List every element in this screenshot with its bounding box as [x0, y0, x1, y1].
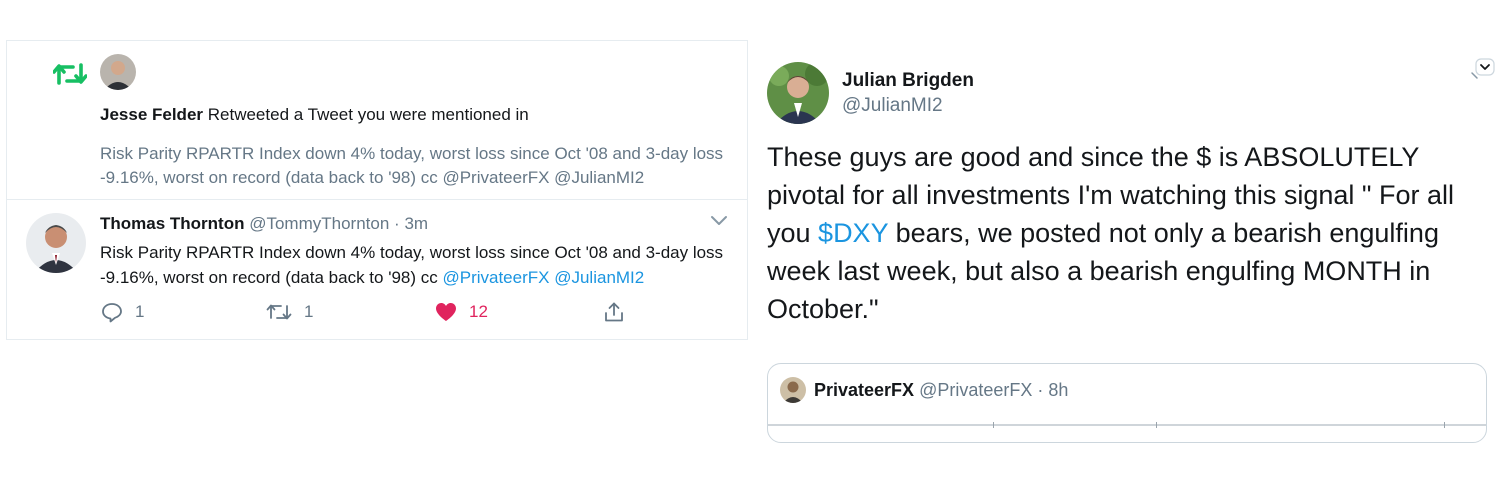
quoted-author-handle: @PrivateerFX — [919, 380, 1033, 400]
reply-icon — [102, 303, 122, 323]
like-heart-icon — [436, 303, 456, 321]
tweet-text: These guys are good and since the $ is A… — [767, 138, 1487, 328]
tweet-author-handle[interactable]: @JulianMI2 — [842, 95, 943, 117]
tweet-author-avatar[interactable] — [26, 213, 86, 273]
like-count: 12 — [469, 302, 488, 321]
chevron-down-icon[interactable] — [1467, 57, 1497, 81]
tweet-author-name[interactable]: Thomas Thornton — [100, 214, 244, 233]
quoted-author-name: PrivateerFX — [814, 380, 915, 400]
cashtag-link[interactable]: $DXY — [818, 218, 888, 248]
share-icon — [605, 302, 623, 322]
tweet-header: Thomas Thornton @TommyThornton · 3m — [100, 214, 428, 234]
quoted-tweet-card[interactable]: PrivateerFX @PrivateerFX · 8h — [767, 363, 1487, 443]
mention-link[interactable]: @PrivateerFX — [442, 268, 549, 287]
retweet-count: 1 — [304, 302, 314, 321]
quoted-image-tick — [1156, 422, 1157, 428]
retweeter-avatar[interactable] — [100, 54, 136, 90]
notification-text: Jesse Felder Retweeted a Tweet you were … — [100, 105, 529, 125]
reply-count: 1 — [135, 302, 145, 321]
retweet-icon — [266, 304, 292, 320]
divider — [7, 199, 747, 200]
notification-panel: Jesse Felder Retweeted a Tweet you were … — [6, 40, 748, 340]
retweet-button[interactable]: 1 — [266, 301, 313, 323]
reply-button[interactable]: 1 — [101, 301, 144, 323]
tweet-time[interactable]: 3m — [404, 214, 428, 233]
expanded-tweet: Julian Brigden @JulianMI2 These guys are… — [752, 0, 1500, 443]
quoted-time: 8h — [1048, 380, 1069, 400]
quoted-image-tick — [993, 422, 994, 428]
quoted-author-avatar — [780, 377, 806, 403]
chevron-down-icon[interactable] — [709, 213, 729, 229]
tweet-author-avatar[interactable] — [767, 62, 829, 124]
quoted-image-tick — [1444, 422, 1445, 428]
notification-quote-text[interactable]: Risk Parity RPARTR Index down 4% today, … — [100, 142, 730, 190]
quoted-separator: · — [1037, 380, 1044, 400]
like-button[interactable]: 12 — [435, 301, 488, 323]
share-button[interactable] — [603, 301, 637, 323]
tweet-text: Risk Parity RPARTR Index down 4% today, … — [100, 240, 730, 290]
retweet-icon — [53, 63, 87, 85]
retweeter-name[interactable]: Jesse Felder — [100, 105, 203, 124]
quoted-tweet-header: PrivateerFX @PrivateerFX · 8h — [814, 380, 1068, 401]
tweet-author-handle[interactable]: @TommyThornton — [249, 214, 389, 233]
quoted-image-edge — [768, 424, 1486, 426]
mention-link[interactable]: @JulianMI2 — [554, 268, 644, 287]
tweet-author-name[interactable]: Julian Brigden — [842, 70, 974, 92]
notification-action: Retweeted a Tweet you were mentioned in — [207, 105, 529, 124]
tweet-separator: · — [394, 214, 400, 233]
